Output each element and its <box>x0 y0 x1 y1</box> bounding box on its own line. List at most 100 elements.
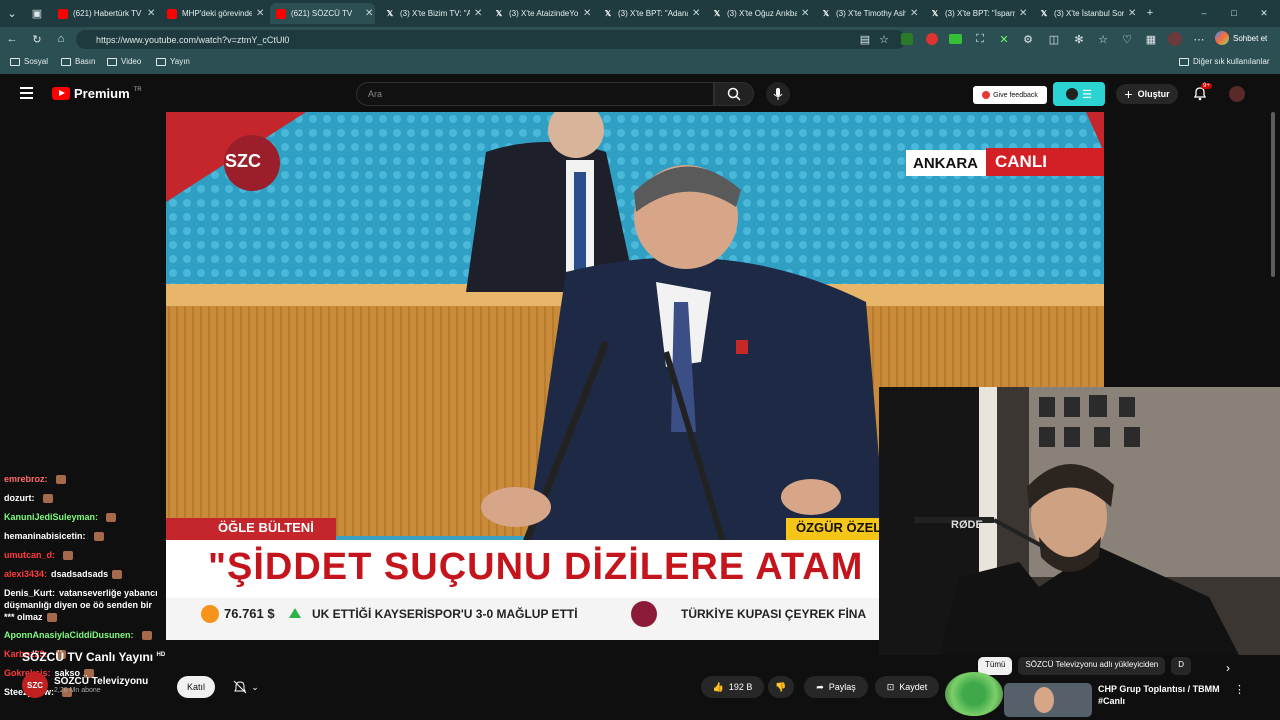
close-tab-icon[interactable]: ✕ <box>365 8 373 19</box>
reload-icon[interactable]: ↻ <box>30 32 44 46</box>
profile-avatar[interactable] <box>1168 32 1182 46</box>
other-bookmarks-folder[interactable]: Diğer sık kullanılanlar <box>1179 57 1269 66</box>
close-tab-icon[interactable]: ✕ <box>692 8 700 19</box>
bookmark-folder-video[interactable]: Video <box>107 57 141 66</box>
extension-icon[interactable] <box>901 33 913 45</box>
bookmark-folder-basin[interactable]: Basın <box>61 57 95 66</box>
browser-tab[interactable]: 𝕏 (3) X'te AtaizindeYo ✕ <box>488 3 593 24</box>
chat-username[interactable]: KanuniJediSuleyman: <box>4 512 98 522</box>
browser-tab[interactable]: MHP'deki görevinde ✕ <box>161 3 266 24</box>
minimize-icon[interactable]: – <box>1197 6 1211 20</box>
close-tab-icon[interactable]: ✕ <box>256 8 264 19</box>
youtube-icon <box>276 8 286 19</box>
close-window-icon[interactable]: ✕ <box>1257 6 1271 20</box>
share-button[interactable]: ➦ Paylaş <box>804 676 868 698</box>
notification-preference-button[interactable]: ⌄ <box>226 676 266 698</box>
close-tab-icon[interactable]: ✕ <box>147 8 155 19</box>
url-text: https://www.youtube.com/watch?v=ztmY_cCt… <box>96 34 290 45</box>
live-label: CANLI <box>995 152 1047 171</box>
collections-icon[interactable]: ▦ <box>1144 32 1158 46</box>
page-scrollbar[interactable] <box>1271 112 1275 277</box>
browser-tab[interactable]: 𝕏 (3) X'te İstanbul Son ✕ <box>1033 3 1138 24</box>
close-tab-icon[interactable]: ✕ <box>583 8 591 19</box>
related-video-item[interactable]: CHP Grup Toplantısı / TBMM #Canlı ⋮ <box>1004 683 1245 717</box>
browser-tab[interactable]: 𝕏 (3) X'te Oğuz Arıkba ✕ <box>706 3 811 24</box>
chat-username[interactable]: AponnAnasiylaCiddiDusunen: <box>4 630 134 640</box>
browser-tab[interactable]: 𝕏 (3) X'te Bizim TV: "A ✕ <box>379 3 484 24</box>
extension-record-icon[interactable] <box>926 33 938 45</box>
share-label: Paylaş <box>828 682 856 692</box>
tab-title: (621) SÖZCÜ TV <box>291 9 353 18</box>
related-video-title[interactable]: CHP Grup Toplantısı / TBMM #Canlı <box>1098 683 1228 717</box>
close-tab-icon[interactable]: ✕ <box>1019 8 1027 19</box>
more-options-icon[interactable]: ⋯ <box>1192 32 1206 46</box>
youtube-premium-logo[interactable]: Premium TR <box>52 86 142 101</box>
browser-essentials-icon[interactable]: ♡ <box>1120 32 1134 46</box>
tab-list-chevron-icon[interactable]: ⌄ <box>5 6 19 20</box>
maximize-icon[interactable]: □ <box>1227 6 1241 20</box>
back-icon[interactable]: ← <box>5 32 19 46</box>
workspaces-icon[interactable]: ▣ <box>30 6 44 20</box>
chip-more[interactable]: D <box>1171 657 1192 675</box>
browser-tab[interactable]: (621) Habertürk TV ✕ <box>52 3 157 24</box>
related-video-thumbnail[interactable] <box>1004 683 1092 717</box>
chat-message: emrebroz: <box>4 470 164 489</box>
search-button[interactable] <box>714 82 754 106</box>
give-feedback-button[interactable]: Give feedback <box>973 86 1047 104</box>
close-tab-icon[interactable]: ✕ <box>910 8 918 19</box>
bookmark-folder-sosyal[interactable]: Sosyal <box>10 57 48 66</box>
voice-search-button[interactable] <box>766 82 790 106</box>
chat-username[interactable]: alexi3434: <box>4 569 47 579</box>
close-tab-icon[interactable]: ✕ <box>801 8 809 19</box>
browser-settings-icon[interactable]: ✻ <box>1072 32 1086 46</box>
favorite-star-icon[interactable]: ☆ <box>877 32 891 46</box>
extension-puzzle-icon[interactable]: ✕ <box>997 32 1011 46</box>
channel-name[interactable]: SÖZCÜ Televizyonu <box>54 676 148 687</box>
chat-username[interactable]: emrebroz: <box>4 474 48 484</box>
close-tab-icon[interactable]: ✕ <box>474 8 482 19</box>
related-more-options-icon[interactable]: ⋮ <box>1234 683 1245 717</box>
chips-next-chevron-icon[interactable]: › <box>1226 661 1230 675</box>
favorites-icon[interactable]: ☆ <box>1096 32 1110 46</box>
chat-username[interactable]: umutcan_d: <box>4 550 55 560</box>
folder-icon <box>1179 57 1189 66</box>
join-button[interactable]: Katıl <box>177 676 215 698</box>
url-field[interactable]: https://www.youtube.com/watch?v=ztmY_cCt… <box>76 30 906 49</box>
extension-green-icon[interactable] <box>949 34 962 44</box>
other-bookmarks-label: Diğer sık kullanılanlar <box>1193 57 1270 66</box>
create-button[interactable]: + Oluştur <box>1116 84 1178 104</box>
extensions-icon[interactable]: ⚙ <box>1021 32 1035 46</box>
search-input[interactable]: Ara <box>356 82 714 106</box>
x-icon: 𝕏 <box>386 9 394 18</box>
read-mode-icon[interactable]: ▤ <box>858 32 872 46</box>
bookmark-folder-yayin[interactable]: Yayın <box>156 57 190 66</box>
extension-menu-button[interactable]: ☰ <box>1053 82 1105 106</box>
close-tab-icon[interactable]: ✕ <box>1128 8 1136 19</box>
list-icon: ☰ <box>1082 88 1092 101</box>
channel-info[interactable]: SZC SÖZCÜ Televizyonu 2,26 Mn abone <box>22 672 148 698</box>
translate-icon[interactable]: ⛶ <box>973 32 987 46</box>
browser-tab[interactable]: 𝕏 (3) X'te BPT: "Adana ✕ <box>597 3 702 24</box>
save-button[interactable]: ⊡ Kaydet <box>875 676 939 698</box>
headline-text: "ŞİDDET SUÇUNU DİZİLERE ATAM <box>208 546 864 588</box>
new-tab-icon[interactable]: + <box>1143 6 1157 20</box>
chat-username[interactable]: dozurt: <box>4 493 35 503</box>
browser-tab[interactable]: 𝕏 (3) X'te BPT: "İspanya ✕ <box>924 3 1029 24</box>
like-button[interactable]: 👍 192 B <box>701 676 764 698</box>
chat-username[interactable]: Denis_Kurt: <box>4 588 55 598</box>
search-placeholder: Ara <box>368 89 383 99</box>
account-avatar[interactable] <box>1229 86 1245 102</box>
browser-tab[interactable]: (621) SÖZCÜ TV ✕ <box>270 3 375 24</box>
chat-username[interactable]: hemaninabisicetin: <box>4 531 86 541</box>
channel-avatar[interactable]: SZC <box>22 672 48 698</box>
chat-message: KanuniJediSuleyman: <box>4 508 164 527</box>
home-icon[interactable]: ⌂ <box>54 32 68 46</box>
bookmark-label: Sosyal <box>24 57 49 66</box>
copilot-chat-button[interactable]: Sohbet et <box>1215 31 1267 45</box>
browser-tab[interactable]: 𝕏 (3) X'te Timothy Ash ✕ <box>815 3 920 24</box>
split-screen-icon[interactable]: ◫ <box>1047 32 1061 46</box>
webcam-overlay: RØDE <box>879 387 1280 655</box>
chip-from-uploader[interactable]: SÖZCÜ Televizyonu adlı yükleyiciden <box>1018 657 1166 675</box>
menu-icon[interactable] <box>20 87 33 99</box>
dislike-button[interactable]: 👎 <box>768 676 794 698</box>
